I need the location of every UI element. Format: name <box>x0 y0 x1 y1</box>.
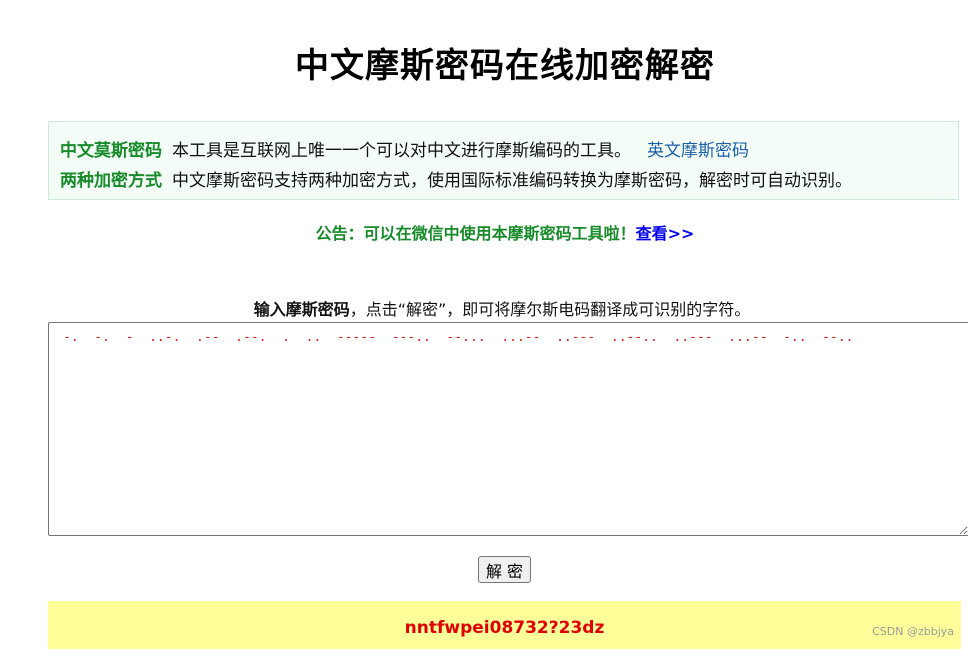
notice-view-link[interactable]: 查看>> <box>636 224 695 243</box>
page-title: 中文摩斯密码在线加密解密 <box>295 46 715 86</box>
morse-input[interactable]: -. -. - ..-. .-- .--. . .. ----- ---.. -… <box>48 322 968 536</box>
morse-input-wrap: -. -. - ..-. .-- .--. . .. ----- ---.. -… <box>48 322 968 536</box>
decode-button[interactable]: 解 密 <box>478 556 531 583</box>
result-box: nntfwpei08732?23dz <box>48 601 961 649</box>
watermark: CSDN @zbbjya <box>872 625 954 638</box>
instruction: 输入摩斯密码，点击“解密”，即可将摩尔斯电码翻译成可识别的字符。 <box>0 296 968 320</box>
english-morse-link[interactable]: 英文摩斯密码 <box>647 141 749 161</box>
info-text-modes: 中文摩斯密码支持两种加密方式，使用国际标准编码转换为摩斯密码，解密时可自动识别。 <box>172 171 852 191</box>
info-text-intro: 本工具是互联网上唯一一个可以对中文进行摩斯编码的工具。 <box>172 141 631 161</box>
info-label-modes: 两种加密方式 <box>60 171 162 191</box>
instruction-rest: ，点击“解密”，即可将摩尔斯电码翻译成可识别的字符。 <box>349 300 751 319</box>
info-box: 中文莫斯密码 本工具是互联网上唯一一个可以对中文进行摩斯编码的工具。 英文摩斯密码 … <box>48 121 959 200</box>
notice: 公告：可以在微信中使用本摩斯密码工具啦！查看>> <box>0 220 968 244</box>
instruction-bold: 输入摩斯密码 <box>253 300 350 319</box>
info-row-intro: 中文莫斯密码 本工具是互联网上唯一一个可以对中文进行摩斯编码的工具。 英文摩斯密码 <box>60 136 749 161</box>
page: 中文摩斯密码在线加密解密 中文莫斯密码 本工具是互联网上唯一一个可以对中文进行摩斯… <box>0 0 968 649</box>
notice-text: 公告：可以在微信中使用本摩斯密码工具啦！ <box>315 224 636 243</box>
result-text: nntfwpei08732?23dz <box>404 618 605 638</box>
info-row-modes: 两种加密方式 中文摩斯密码支持两种加密方式，使用国际标准编码转换为摩斯密码，解密时… <box>60 166 852 191</box>
info-label-chinese-morse: 中文莫斯密码 <box>60 141 162 161</box>
